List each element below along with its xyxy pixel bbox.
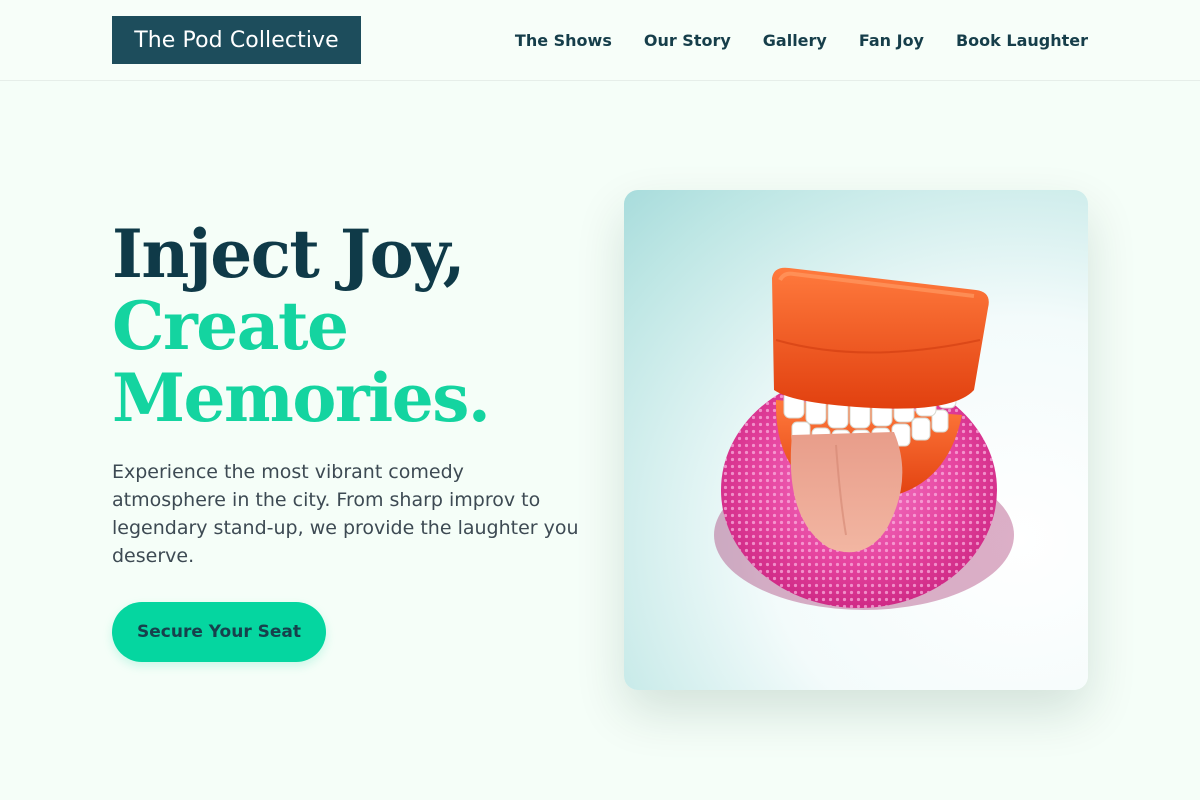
main-nav: The Shows Our Story Gallery Fan Joy Book… xyxy=(515,0,1088,80)
headline-line-3: Memories. xyxy=(112,359,491,437)
nav-item-our-story[interactable]: Our Story xyxy=(644,31,731,50)
nav-item-fan-joy[interactable]: Fan Joy xyxy=(859,31,924,50)
headline-line-2: Create xyxy=(112,287,349,365)
headline-line-1: Inject Joy, xyxy=(112,215,466,293)
nav-item-the-shows[interactable]: The Shows xyxy=(515,31,612,50)
secure-seat-button[interactable]: Secure Your Seat xyxy=(112,602,326,662)
nav-item-gallery[interactable]: Gallery xyxy=(763,31,827,50)
hero-headline: Inject Joy, Create Memories. xyxy=(112,215,491,437)
brand-logo[interactable]: The Pod Collective xyxy=(112,16,361,64)
nav-item-book-laughter[interactable]: Book Laughter xyxy=(956,31,1088,50)
chattering-teeth-illustration xyxy=(714,267,1014,610)
hero-description: Experience the most vibrant comedy atmos… xyxy=(112,461,579,567)
hero-image xyxy=(624,190,1088,690)
site-header: The Pod Collective The Shows Our Story G… xyxy=(0,0,1200,81)
